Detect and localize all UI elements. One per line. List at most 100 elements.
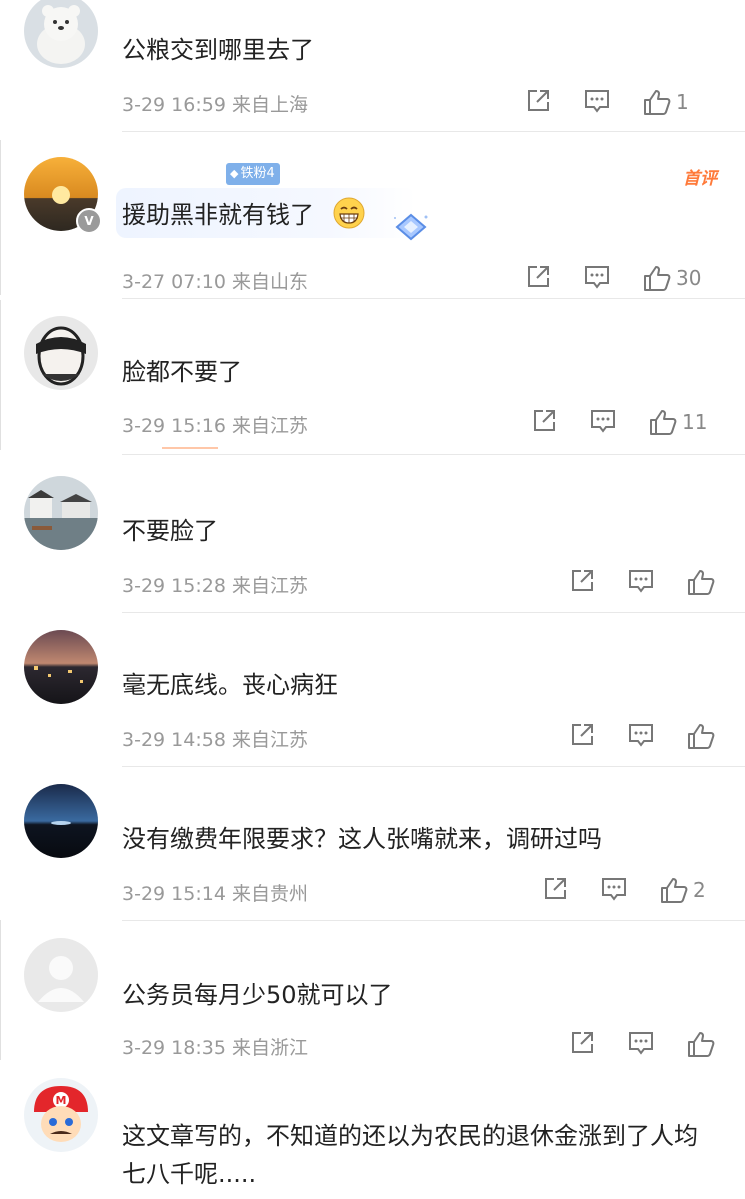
comment-actions: [569, 722, 725, 752]
comment-item: M 这文章写的，不知道的还以为农民的退休金涨到了人均七八千呢.....: [0, 1066, 745, 1199]
comment-icon: [629, 724, 653, 747]
reply-button[interactable]: [583, 264, 611, 294]
grin-emoji-icon: [333, 197, 365, 229]
reply-button[interactable]: [589, 408, 617, 438]
like-count: 2: [693, 878, 706, 902]
share-icon: [572, 1032, 593, 1053]
comment-date: 3-29 14:58: [122, 729, 226, 751]
reply-button[interactable]: [627, 722, 655, 752]
share-button[interactable]: [531, 408, 557, 438]
avatar[interactable]: [24, 784, 98, 858]
diamond-icon: ◆: [230, 167, 239, 180]
comment-text: 没有缴费年限要求？这人张嘴就来，调研过吗: [122, 825, 602, 853]
share-icon: [534, 410, 555, 431]
comment-meta: 3-29 15:28 来自江苏: [122, 571, 308, 598]
comment-location: 来自江苏: [231, 415, 308, 437]
divider: [122, 454, 745, 455]
comment-icon: [602, 878, 626, 901]
comment-text: 毫无底线。丧心病狂: [122, 671, 338, 699]
share-button[interactable]: [569, 722, 595, 752]
svg-text:M: M: [56, 1094, 67, 1107]
dusk-lake-avatar: [24, 784, 98, 858]
first-comment-tag: 首评: [683, 169, 717, 189]
comment-item: 毫无底线。丧心病狂 3-29 14:58 来自江苏: [0, 614, 745, 767]
comment-icon: [629, 1032, 653, 1055]
comment-icon: [585, 266, 609, 289]
masked-face-avatar: [24, 316, 98, 390]
like-button[interactable]: [686, 722, 716, 752]
comment-actions: 30: [525, 264, 725, 294]
avatar[interactable]: [24, 630, 98, 704]
comment-text: 不要脸了: [122, 517, 218, 545]
avatar[interactable]: [24, 938, 98, 1012]
thumbs-up-icon: [661, 878, 688, 903]
comment-date: 3-29 15:28: [122, 575, 226, 597]
divider: [122, 920, 745, 921]
comment-meta: 3-29 14:58 来自江苏: [122, 725, 308, 752]
reply-button[interactable]: [627, 1030, 655, 1060]
comment-date: 3-29 18:35: [122, 1037, 226, 1059]
comment-actions: 2: [542, 876, 725, 906]
share-button[interactable]: [525, 264, 551, 294]
town-scene-avatar: [24, 476, 98, 550]
comment-icon: [591, 410, 615, 433]
city-night-avatar: [24, 630, 98, 704]
share-icon: [528, 266, 549, 287]
share-button[interactable]: [569, 568, 595, 598]
avatar[interactable]: [24, 476, 98, 550]
comment-meta: 3-29 18:35 来自浙江: [122, 1033, 308, 1060]
divider: [122, 612, 745, 613]
like-count: 11: [682, 410, 708, 434]
comment-date: 3-29 15:16: [122, 415, 226, 437]
comment-item: V ◆ 铁粉4 首评 援助黑非就有钱了 3-27 07:10 来自山东 30: [0, 0, 745, 300]
comment-date: 3-29 15:14: [122, 883, 226, 905]
comment-item: 脸都不要了 3-29 15:16 来自江苏 11: [0, 300, 745, 455]
avatar[interactable]: M: [24, 1078, 98, 1152]
comment-item: 不要脸了 3-29 15:28 来自江苏: [0, 460, 745, 613]
like-button[interactable]: 30: [642, 264, 701, 294]
highlight-line: [162, 447, 218, 449]
like-button[interactable]: 2: [659, 876, 706, 906]
comment-date: 3-27 07:10: [122, 271, 226, 293]
comment-location: 来自贵州: [231, 883, 308, 905]
comment-location: 来自浙江: [231, 1037, 308, 1059]
comment-meta: 3-27 07:10 来自山东: [122, 267, 308, 294]
comment-actions: [569, 568, 725, 598]
thumbs-up-icon: [644, 266, 671, 291]
comment-icon: [629, 570, 653, 593]
comment-meta: 3-29 15:16 来自江苏: [122, 411, 308, 438]
share-icon: [572, 724, 593, 745]
reply-button[interactable]: [627, 568, 655, 598]
like-button[interactable]: [686, 568, 716, 598]
share-button[interactable]: [569, 1030, 595, 1060]
avatar[interactable]: [24, 316, 98, 390]
comment-text: 这文章写的，不知道的还以为农民的退休金涨到了人均七八千呢.....: [122, 1122, 698, 1188]
comment-text: 公务员每月少50就可以了: [122, 981, 393, 1009]
comment-text: 脸都不要了: [122, 358, 242, 386]
like-count: 30: [676, 266, 702, 290]
mario-avatar: M: [24, 1078, 98, 1152]
reply-button[interactable]: [600, 876, 628, 906]
share-button[interactable]: [542, 876, 568, 906]
comment-actions: [569, 1030, 725, 1060]
comment-location: 来自江苏: [231, 729, 308, 751]
thumbs-up-icon: [688, 570, 715, 595]
comment-item: 没有缴费年限要求？这人张嘴就来，调研过吗 3-29 15:14 来自贵州 2: [0, 768, 745, 921]
comment-location: 来自江苏: [231, 575, 308, 597]
like-button[interactable]: 11: [648, 408, 707, 438]
thumbs-up-icon: [688, 1032, 715, 1057]
fan-badge: ◆ 铁粉4: [226, 163, 280, 185]
verified-badge-icon: V: [76, 208, 102, 234]
comment-item: 公务员每月少50就可以了 3-29 18:35 来自浙江: [0, 922, 745, 1065]
thumbs-up-icon: [688, 724, 715, 749]
fan-badge-label: 铁粉4: [240, 166, 275, 181]
diamond-sticker-icon: [394, 213, 428, 241]
thumbs-up-icon: [650, 410, 677, 435]
default-user-avatar: [24, 938, 98, 1012]
share-icon: [572, 570, 593, 591]
divider: [122, 766, 745, 767]
divider: [122, 298, 745, 299]
comment-location: 来自山东: [231, 271, 308, 293]
comment-meta: 3-29 15:14 来自贵州: [122, 879, 308, 906]
like-button[interactable]: [686, 1030, 716, 1060]
